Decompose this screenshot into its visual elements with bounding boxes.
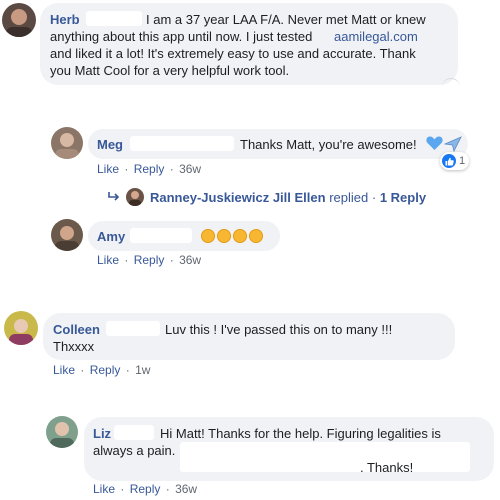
replied-verb: replied	[329, 190, 369, 205]
timestamp[interactable]: 36w	[175, 482, 197, 496]
commenter-name-amy[interactable]: Amy	[97, 229, 125, 244]
comment-link[interactable]: aamilegal.com	[334, 29, 418, 45]
timestamp[interactable]: 36w	[179, 253, 201, 267]
clapping-emojis	[201, 229, 263, 243]
commenter-name-herb[interactable]: Herb	[50, 12, 80, 27]
comment-text-line-3: . Thanks!	[360, 460, 414, 475]
comment-text-line-2: always a pain.	[93, 443, 176, 458]
clapping-hands-emoji-icon	[249, 229, 263, 243]
comment-text-line-4: you Matt Cool for a very helpful work to…	[50, 63, 290, 78]
separator: ·	[169, 162, 174, 176]
reaction-count: 1	[459, 155, 466, 167]
avatar-meg[interactable]	[51, 127, 83, 159]
reply-button[interactable]: Reply	[130, 482, 161, 496]
separator: ·	[169, 253, 174, 267]
like-reaction-icon	[442, 154, 456, 168]
comment-text: Thanks Matt, you're awesome!	[240, 137, 417, 152]
avatar-herb[interactable]	[2, 3, 36, 37]
like-button[interactable]: Like	[53, 363, 75, 377]
comment-text-line-1: I am a 37 year LAA F/A. Never met Matt o…	[146, 12, 426, 27]
separator: ·	[124, 162, 129, 176]
redacted-name	[130, 136, 234, 151]
blue-heart-emoji-icon	[426, 136, 443, 154]
comment-actions: Like · Reply · 36w	[97, 253, 201, 267]
reply-button[interactable]: Reply	[134, 253, 165, 267]
redacted-name	[130, 228, 192, 243]
commenter-name-meg[interactable]: Meg	[97, 137, 123, 152]
comment-actions: Like · Reply · 1w	[53, 363, 150, 377]
reply-arrow-icon	[107, 191, 121, 206]
commenter-name-liz[interactable]: Liz	[93, 426, 111, 441]
replier-name: Ranney-Juskiewicz Jill Ellen	[150, 190, 326, 205]
reply-count: 1 Reply	[379, 190, 427, 205]
reply-button[interactable]: Reply	[90, 363, 121, 377]
separator: ·	[125, 363, 130, 377]
avatar-colleen[interactable]	[4, 311, 38, 345]
separator: ·	[165, 482, 170, 496]
bubble-corner	[442, 78, 460, 90]
comment-text-line-3: and liked it a lot! It's extremely easy …	[50, 46, 416, 61]
commenter-name-colleen[interactable]: Colleen	[53, 322, 100, 337]
comment-text-line-1: Hi Matt! Thanks for the help. Figuring l…	[160, 426, 441, 441]
separator: ·	[120, 482, 125, 496]
avatar-liz[interactable]	[46, 416, 78, 448]
reaction-summary[interactable]: 1	[440, 152, 470, 170]
avatar-amy[interactable]	[51, 219, 83, 251]
like-button[interactable]: Like	[93, 482, 115, 496]
comment-text-line-1: Luv this ! I've passed this on to many !…	[165, 322, 393, 337]
comment-text-line-2: Thxxxx	[53, 339, 95, 354]
comment-text-line-2: anything about this app until now. I jus…	[50, 29, 313, 44]
redacted-text	[180, 442, 470, 472]
like-button[interactable]: Like	[97, 162, 119, 176]
redacted-name	[114, 425, 154, 440]
clapping-hands-emoji-icon	[201, 229, 215, 243]
timestamp[interactable]: 1w	[135, 363, 150, 377]
like-button[interactable]: Like	[97, 253, 119, 267]
clapping-hands-emoji-icon	[233, 229, 247, 243]
view-replies-link[interactable]: Ranney-Juskiewicz Jill Ellen replied · 1…	[150, 190, 426, 205]
separator: ·	[124, 253, 129, 267]
comment-actions: Like · Reply · 36w	[97, 162, 201, 176]
timestamp[interactable]: 36w	[179, 162, 201, 176]
clapping-hands-emoji-icon	[217, 229, 231, 243]
comment-actions: Like · Reply · 36w	[93, 482, 197, 496]
avatar-replier[interactable]	[126, 188, 144, 206]
separator: ·	[80, 363, 85, 377]
separator: ·	[371, 190, 377, 205]
reply-button[interactable]: Reply	[134, 162, 165, 176]
redacted-name	[86, 11, 142, 26]
redacted-name	[106, 321, 160, 336]
